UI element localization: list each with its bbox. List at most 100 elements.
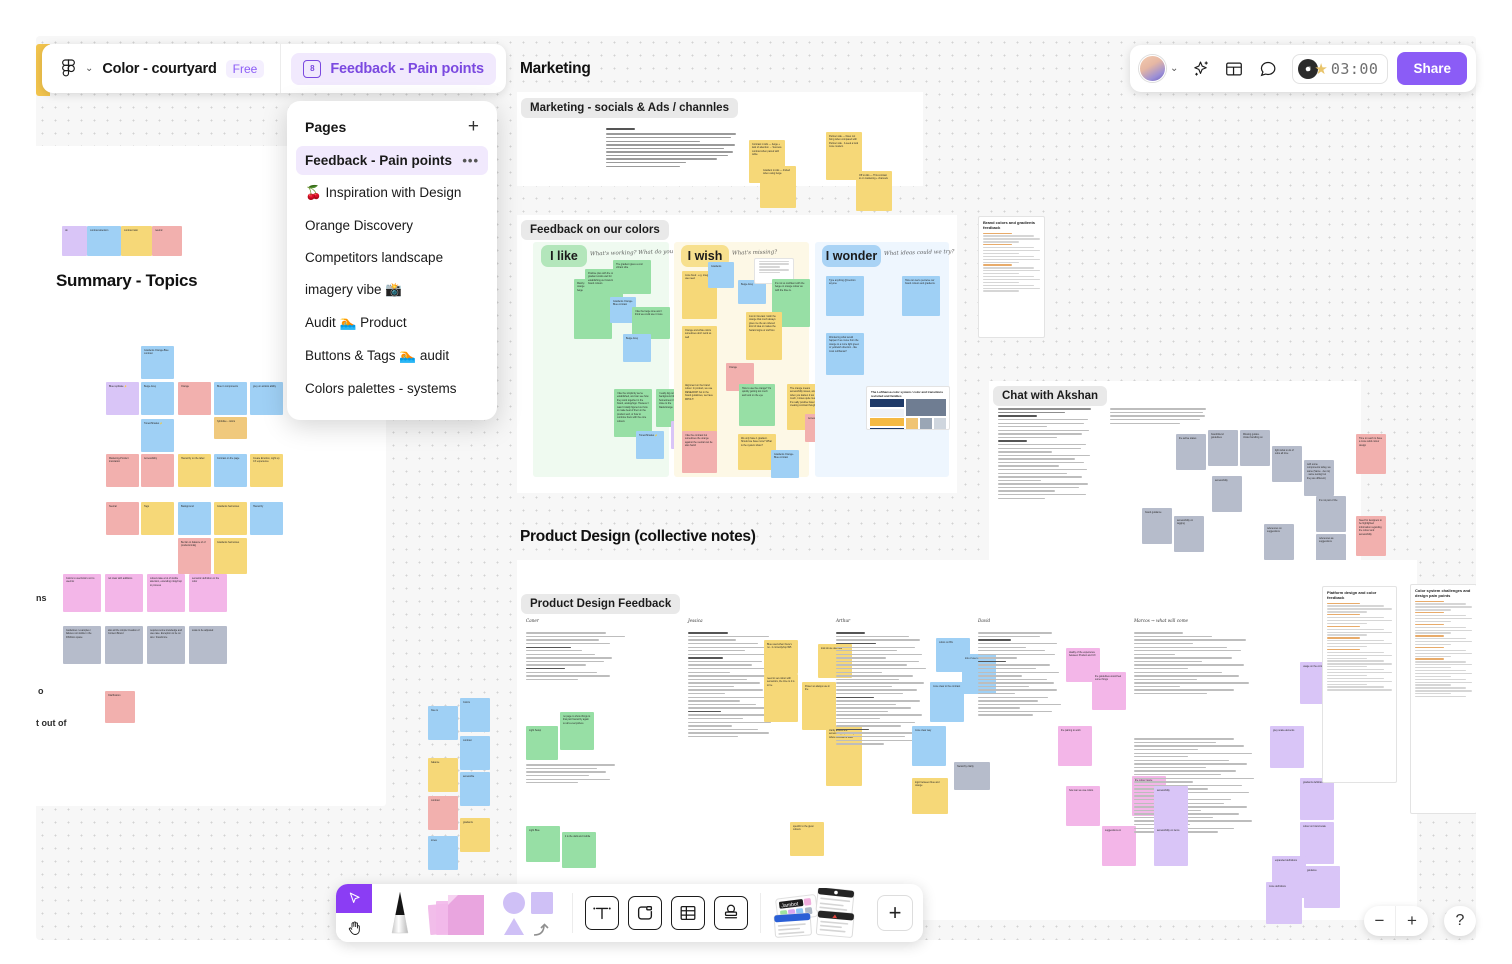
sticky-note[interactable]: light what to do of subs all time (1272, 446, 1302, 482)
sticky-note[interactable]: Just in forecast I wish the orange that … (746, 312, 782, 360)
sticky-note[interactable]: more clear to the contrast (930, 682, 964, 722)
sticky-note[interactable]: blue is (428, 706, 458, 740)
sticky-note[interactable]: Blue replicate ⚡ (106, 382, 139, 415)
sticky-note[interactable]: more definitions (1266, 882, 1302, 924)
page-item-orange-discovery[interactable]: Orange Discovery (296, 211, 488, 240)
pd-col-text[interactable] (526, 630, 634, 682)
sticky-note[interactable]: Need for designers to be highlighted inf… (1356, 516, 1386, 556)
pd-col-text[interactable] (978, 630, 1066, 718)
sticky-note[interactable]: logic between blue and orange (912, 778, 948, 814)
chat-akshan-label[interactable]: Chat with Akshan (993, 386, 1108, 406)
sticky-note[interactable]: Neutral (106, 502, 139, 535)
page-item-competitors-landscape[interactable]: Competitors landscape (296, 243, 488, 272)
sticky-note[interactable]: Blue in components (214, 382, 247, 415)
share-button[interactable]: Share (1397, 52, 1467, 85)
music-timer-widget[interactable]: ♫ ★ 03:00 (1292, 53, 1389, 84)
file-info-group[interactable]: ⌄ Color - courtyard Free (42, 44, 282, 93)
sticky-note[interactable]: need to set colour with semantics, the t… (764, 674, 798, 722)
sticky-note[interactable]: specific to the given colours (790, 822, 824, 856)
feedback-colors-label[interactable]: Feedback on our colors (521, 220, 669, 240)
sticky-note[interactable]: Marketing-Product translation (106, 454, 139, 487)
sticky-note[interactable]: Contrast on the page (214, 454, 247, 487)
sticky-note[interactable]: the guidelines would feel some things (1092, 672, 1126, 710)
add-widget-plus-icon[interactable]: + (877, 895, 913, 931)
figma-logo-icon[interactable] (60, 59, 76, 78)
sticky-note[interactable]: Create Emotion, Light up CX experience (250, 454, 283, 487)
layout-grid-icon[interactable] (1219, 54, 1249, 84)
sticky-note[interactable]: accessible (460, 772, 490, 806)
chevron-down-icon[interactable]: ⌄ (85, 63, 93, 74)
sticky-note[interactable]: Wondering what would happen if we move f… (826, 333, 864, 375)
sticky-note[interactable]: Accessibility (141, 454, 174, 487)
marketing-text-block[interactable] (606, 128, 740, 169)
sticky-note[interactable]: Light Setup (526, 726, 558, 760)
sticky-note[interactable]: accessibility on items (1154, 826, 1188, 866)
sticky-note[interactable]: Orange (178, 382, 211, 415)
sticky-note[interactable]: Colors (460, 698, 490, 732)
page-item-imagery-vibe[interactable]: imagery vibe 📸 (296, 275, 488, 305)
sticky-note[interactable]: tones (428, 836, 458, 870)
sticky-note[interactable]: ok (62, 226, 87, 256)
ellipsis-icon[interactable]: ••• (462, 153, 479, 168)
text-tool-icon[interactable] (585, 896, 619, 930)
sticky-note[interactable]: not clear with additions (105, 574, 143, 612)
help-button[interactable]: ? (1444, 906, 1476, 936)
sticky-note[interactable]: Tones/Shades ⚡ (141, 419, 174, 452)
table-tool-icon[interactable] (671, 896, 705, 930)
sticky-note[interactable]: no page to show things to that part hier… (560, 712, 594, 750)
marketing-frame-label[interactable]: Marketing - socials & Ads / channles (521, 98, 738, 118)
sticky-note[interactable]: accessibility (1212, 476, 1242, 512)
sticky-note[interactable]: Time to reach to have a more solid colou… (1356, 434, 1386, 474)
sticky-note[interactable]: Clarification (105, 691, 135, 723)
pill-i-like[interactable]: I like (541, 245, 587, 267)
user-avatar-group[interactable]: ⌄ (1138, 55, 1181, 82)
sticky-note-icon[interactable] (427, 891, 486, 935)
sticky-note[interactable]: with some components today, we same (Sam… (1304, 460, 1334, 496)
sticky-note[interactable]: hybridise - colors (214, 417, 247, 439)
whiteboard-canvas[interactable]: ok contrast attention contrast ratio neu… (36, 36, 1476, 940)
sticky-note[interactable]: Colors to use/Colors not to use/mix (63, 574, 101, 612)
pages-dropdown-menu[interactable]: Pages + Feedback - Pain points ••• 🍒 Ins… (287, 101, 497, 420)
sticky-note[interactable]: The gradient gives a cool vibrant vibe (613, 260, 651, 294)
sticky-note[interactable]: Hierarchy on the label (178, 454, 211, 487)
sticky-note[interactable]: Off to Ads — This contrast to on marketi… (856, 171, 892, 211)
sticky-note[interactable]: Gradient in Ads — limited when using bei… (760, 166, 796, 208)
sticky-note[interactable]: it is the dark and mobile (562, 832, 596, 868)
chat-text-left[interactable] (998, 406, 1096, 501)
sticky-note[interactable]: suggestions on (1102, 826, 1136, 866)
sparkle-ai-icon[interactable] (1185, 54, 1215, 84)
sticky-note[interactable]: Guidelines / examples / failures not vis… (63, 626, 101, 664)
section-tool-icon[interactable] (628, 896, 662, 930)
sticky-note[interactable]: gradients definitions (1300, 778, 1334, 820)
shapes-icon[interactable] (500, 890, 556, 936)
sticky-note[interactable]: How can we're perceive our brand colours… (902, 276, 940, 316)
brand-colors-doc[interactable]: Brand colors and gradients feedback (978, 216, 1045, 338)
sticky-note[interactable]: neutral (152, 226, 182, 256)
sticky-note[interactable]: the active states (1176, 434, 1206, 470)
sticky-note[interactable]: how can we use colors (1066, 786, 1100, 826)
cursor-hand-tool-group[interactable] (336, 884, 372, 942)
sticky-note[interactable]: accessibility (1154, 786, 1188, 826)
avatar[interactable] (1138, 55, 1166, 82)
sticky-note[interactable]: requires some knowledge and use case. Ex… (147, 626, 185, 664)
sticky-note[interactable]: I like the contrast but sometimes the or… (682, 431, 717, 473)
document-title[interactable]: Color - courtyard (102, 61, 216, 77)
page-item-feedback-pain-points[interactable]: Feedback - Pain points ••• (296, 146, 488, 175)
sticky-note[interactable]: Tags (141, 502, 174, 535)
sticky-note[interactable]: Gradients (708, 262, 734, 288)
color-system-challenges-doc[interactable]: Color system challenges and design pain … (1410, 584, 1476, 814)
sticky-note[interactable]: Gradients harmonies (214, 502, 247, 535)
sticky-note[interactable]: references on suggestions (1264, 524, 1294, 560)
sticky-note[interactable]: Be fair on balance of of products/mktg (178, 538, 211, 574)
sticky-note[interactable]: hierarchy clarity (954, 762, 990, 790)
sticky-note[interactable]: colours take a lot of visible attention,… (147, 574, 185, 612)
sticky-note[interactable]: Light Blue (526, 826, 560, 862)
sticky-note[interactable]: contrast attention (87, 226, 121, 256)
sticky-note[interactable]: scale to be adjusted (189, 626, 227, 664)
sticky-note[interactable]: contrast ratio (121, 226, 152, 256)
sticky-note[interactable]: also all the simple Creation of Content … (105, 626, 143, 664)
sticky-note[interactable]: Power so always use in the (802, 682, 836, 730)
chat-text-right[interactable] (1110, 406, 1210, 426)
reference-screens-doc[interactable]: The Lufthansa color system / color and t… (866, 386, 950, 430)
hand-icon[interactable] (336, 913, 372, 942)
